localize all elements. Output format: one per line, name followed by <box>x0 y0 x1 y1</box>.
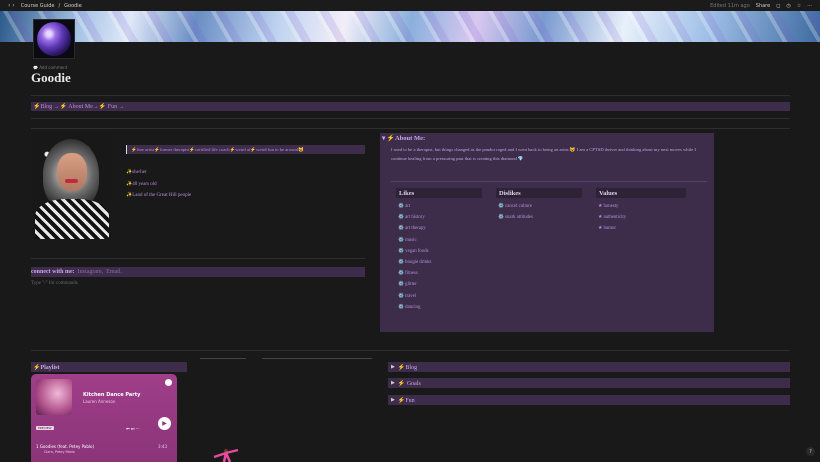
empty-block-placeholder[interactable]: Type "/" for commands <box>31 281 78 286</box>
toggle-blog[interactable]: ▶ ⚡Blog <box>388 362 790 372</box>
playlist-owner: Lauren Anneson <box>83 399 116 404</box>
profile-facts: ✨she/her ✨40 years old ✨Land of the Grea… <box>126 167 191 202</box>
about-me-heading[interactable]: ▾ ⚡About Me: <box>382 134 425 142</box>
dislikes-column: Dislikes ⚙️ cancel culture ⚙️ snark atti… <box>496 188 582 223</box>
player-controls[interactable]: ⏮ ⏭ ··· <box>126 426 140 431</box>
email-link[interactable]: Email. <box>106 269 122 275</box>
updates-icon[interactable]: ◷ <box>786 3 790 9</box>
values-list: ★ honesty ★ authenticity ★ humor <box>596 201 686 235</box>
divider <box>31 350 790 351</box>
track-title[interactable]: 1 Goodies (feat. Petey Pablo) <box>36 444 94 449</box>
link-blog[interactable]: ⚡Blog <box>33 103 52 110</box>
dislikes-header: Dislikes <box>496 188 582 198</box>
divider <box>391 181 707 182</box>
list-item: ⚙️ art <box>398 204 411 209</box>
list-item: ⚙️ travel <box>398 293 417 299</box>
toggle-arrow-icon[interactable]: ▶ <box>391 380 395 386</box>
preview-badge: PREVIEW <box>36 426 54 430</box>
breadcrumb-sep: / <box>58 2 61 9</box>
divider <box>200 358 246 359</box>
connect-bar: connect with me: Instagram, Email. <box>31 267 365 277</box>
comments-icon[interactable]: ◻ <box>776 3 780 9</box>
likes-header: Likes <box>396 188 482 198</box>
likes-list: ⚙️ art ⚙️ art history ⚙️ art therapy ⚙️ … <box>396 201 482 313</box>
list-item: ⚙️ vegan foods <box>398 248 429 254</box>
profile-photo <box>31 133 111 239</box>
list-item: ★ authenticity <box>598 215 627 221</box>
help-button[interactable]: ? <box>806 447 815 456</box>
page-title[interactable]: Goodie <box>31 70 71 86</box>
page-icon[interactable] <box>33 19 75 59</box>
playlist-heading: ⚡Playlist <box>31 362 187 372</box>
list-item: ★ honesty <box>598 204 619 209</box>
list-item: ⚙️ art history <box>398 215 425 221</box>
nav-links-bar: ⚡Blog → ⚡ About Me → ⚡ Fun → <box>31 102 790 111</box>
intro-quote: ⚡fine artist⚡former therapist⚡certified … <box>126 145 365 154</box>
divider <box>31 118 790 119</box>
toggle-arrow-icon[interactable]: ▶ <box>391 364 395 370</box>
values-header: Values <box>596 188 686 198</box>
playlist-title[interactable]: Kitchen Dance Party <box>83 392 140 398</box>
list-item: ⚙️ music <box>398 237 417 243</box>
toggle-label: ⚡ Goals <box>397 380 421 387</box>
divider <box>262 358 372 359</box>
divider <box>31 258 365 259</box>
track-duration: 3:43 <box>158 444 167 449</box>
spotify-embed[interactable]: Kitchen Dance Party Lauren Anneson PREVI… <box>31 374 177 462</box>
about-me-toggle: ▾ ⚡About Me: I used to be a therapist, b… <box>380 133 714 332</box>
breadcrumb: Course Guide / Goodie <box>21 3 82 9</box>
list-item: ⚙️ snark attitudes <box>498 215 534 221</box>
list-item: ⚙️ boogie drinks <box>398 260 432 266</box>
album-art <box>36 379 72 415</box>
back-forward-nav[interactable]: ‹ › <box>8 2 15 9</box>
divider <box>31 95 790 96</box>
link-about-me[interactable]: ⚡ About Me <box>60 103 93 110</box>
toggle-goals[interactable]: ▶ ⚡ Goals <box>388 378 790 388</box>
dancer-image <box>213 448 239 462</box>
cover-image <box>0 11 820 42</box>
list-item: ⚙️ fitness <box>398 271 418 277</box>
fact-location: ✨Land of the Great Hill people <box>126 193 192 198</box>
toggle-fun[interactable]: ▶ ⚡Fun <box>388 395 790 405</box>
breadcrumb-goodie[interactable]: Goodie <box>64 3 82 9</box>
connect-label: connect with me: <box>31 269 75 275</box>
share-button[interactable]: Share <box>756 3 770 9</box>
toggle-label: ⚡Fun <box>397 397 415 404</box>
values-column: Values ★ honesty ★ authenticity ★ humor <box>596 188 686 235</box>
more-icon[interactable]: ··· <box>807 3 812 9</box>
list-item: ⚙️ cancel culture <box>498 204 532 209</box>
window-topbar: ‹ › Course Guide / Goodie Edited 11m ago… <box>0 0 820 11</box>
breadcrumb-course-guide[interactable]: Course Guide <box>21 3 55 9</box>
toggle-label: ⚡Blog <box>397 364 417 371</box>
fact-pronouns: ✨she/her <box>126 170 147 175</box>
link-fun[interactable]: ⚡ Fun <box>99 103 117 110</box>
edited-timestamp: Edited 11m ago <box>710 2 750 9</box>
dislikes-list: ⚙️ cancel culture ⚙️ snark attitudes <box>496 201 582 223</box>
about-me-description: I used to be a therapist, but things cha… <box>391 147 696 162</box>
list-item: ⚙️ glitter <box>398 282 417 288</box>
toggle-arrow-icon[interactable]: ▶ <box>391 397 395 403</box>
favorite-icon[interactable]: ☆ <box>797 3 801 9</box>
divider <box>31 128 790 129</box>
track-artist: Ciara, Petey Pablo <box>44 450 75 454</box>
list-item: ⚙️ dancing <box>398 304 421 310</box>
list-item: ★ humor <box>598 226 617 232</box>
fact-age: ✨40 years old <box>126 181 157 187</box>
instagram-link[interactable]: Instagram, <box>78 269 104 275</box>
disco-ball-icon <box>37 22 71 56</box>
play-button[interactable]: ▶ <box>158 417 171 430</box>
spotify-logo-icon[interactable] <box>165 379 172 386</box>
likes-column: Likes ⚙️ art ⚙️ art history ⚙️ art thera… <box>396 188 482 313</box>
list-item: ⚙️ art therapy <box>398 226 426 232</box>
